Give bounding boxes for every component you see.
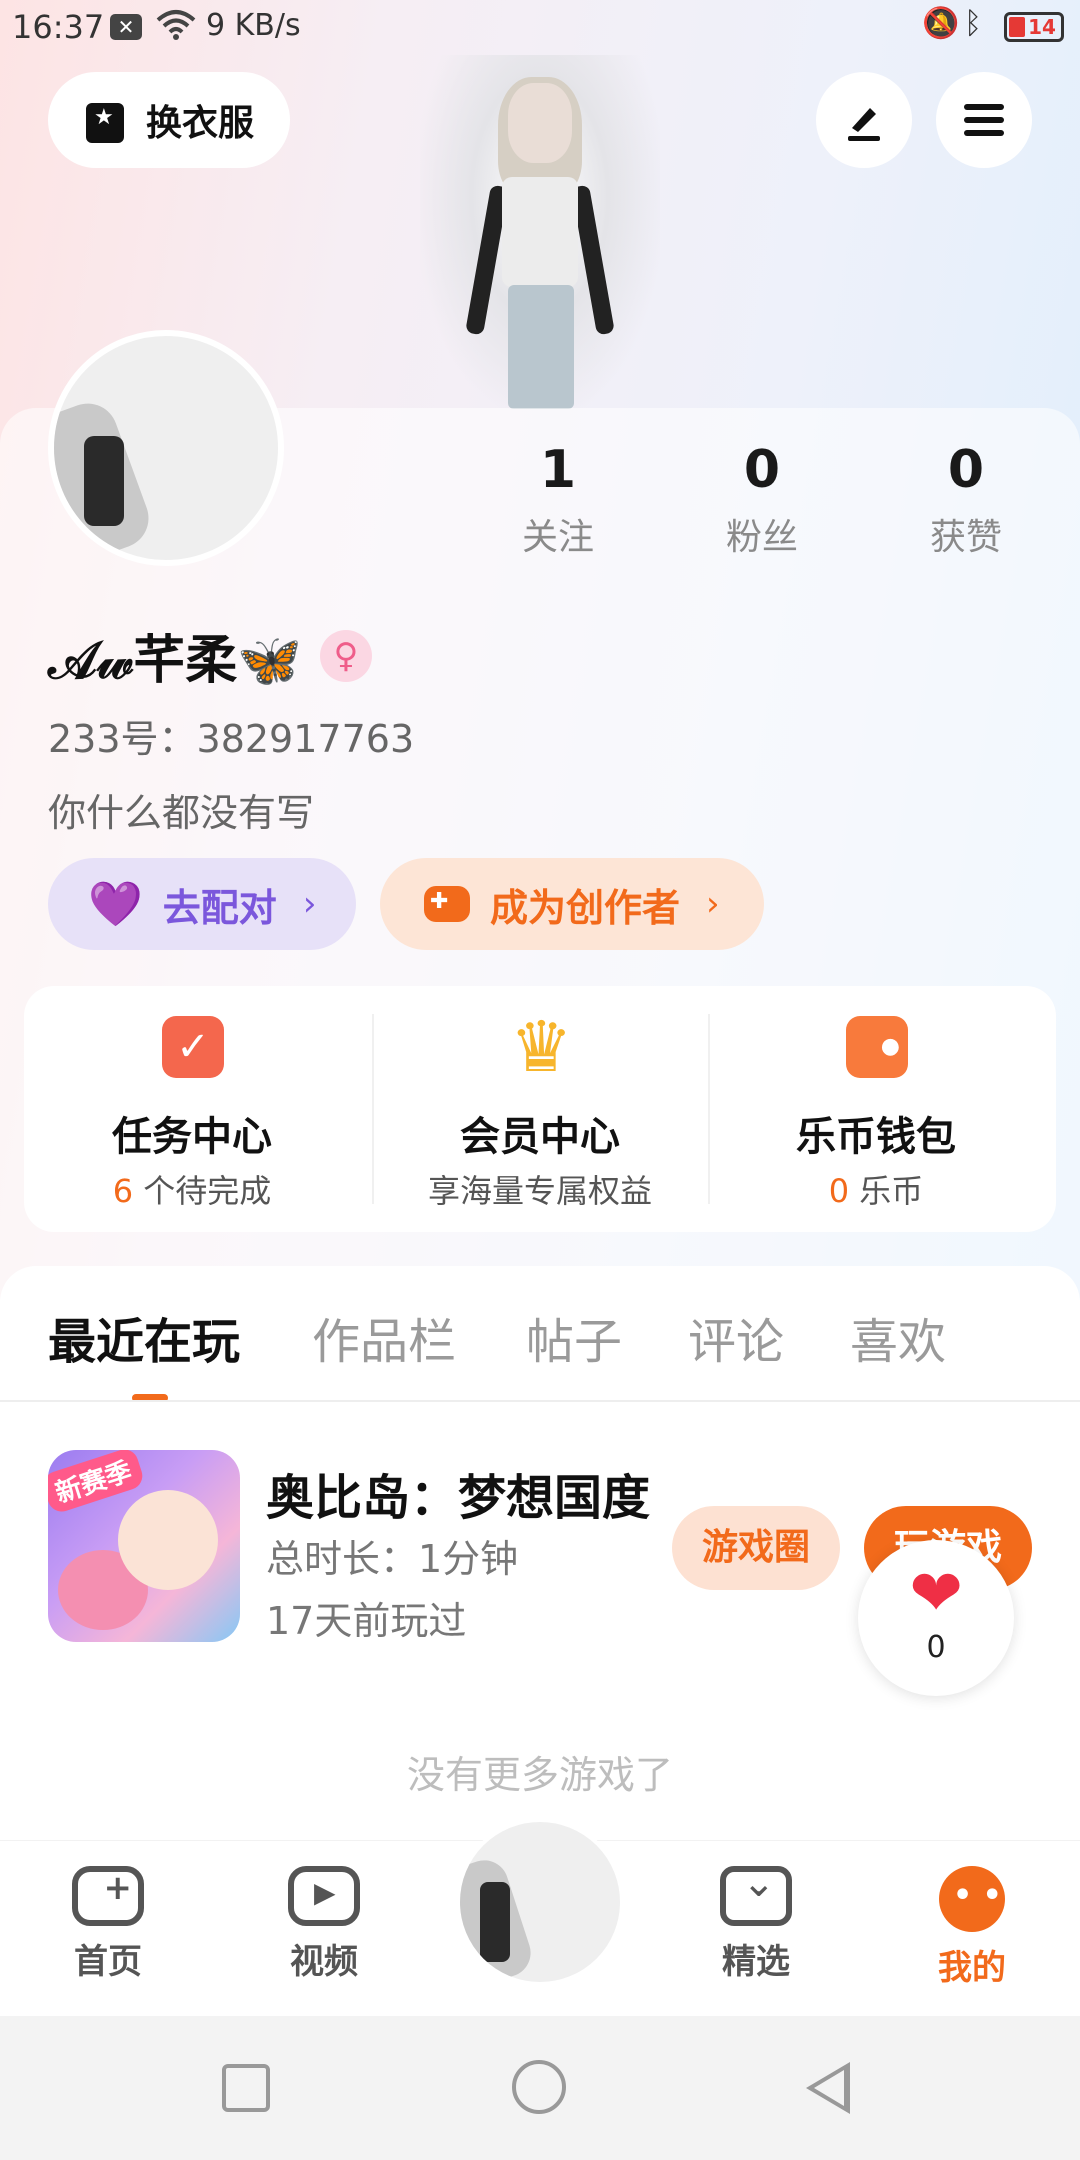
- change-outfit-label: 换衣服: [146, 103, 255, 144]
- nav-home[interactable]: 首页: [28, 1866, 188, 1983]
- like-count: 0: [926, 1630, 946, 1665]
- female-gender-icon: ♀: [319, 629, 372, 682]
- stat-followers[interactable]: 0 粉丝: [682, 440, 842, 560]
- wallet-icon: [846, 1016, 908, 1078]
- video-play-icon: [288, 1866, 360, 1926]
- network-speed: 9 KB/s: [206, 8, 301, 43]
- service-subtitle: 0 乐币: [708, 1166, 1044, 1212]
- game-thumbnail[interactable]: 新赛季: [48, 1450, 240, 1642]
- chevron-right-icon: ›: [706, 884, 720, 924]
- match-label: 去配对: [162, 885, 277, 930]
- heart-chevron-icon: [720, 1860, 792, 1926]
- service-subtitle: 享海量专属权益: [372, 1166, 708, 1212]
- home-circle-icon[interactable]: [512, 2060, 566, 2114]
- stat-label: 粉丝: [725, 517, 798, 558]
- nickname: 𝒜𝓌芊柔🦋: [48, 631, 302, 691]
- battery-icon: 14: [1004, 12, 1064, 42]
- menu-button[interactable]: [936, 72, 1032, 168]
- edit-profile-button[interactable]: [816, 72, 912, 168]
- heart-icon: 💜: [88, 879, 143, 930]
- tab-posts[interactable]: 帖子: [526, 1302, 622, 1372]
- back-triangle-icon[interactable]: [806, 2062, 850, 2114]
- service-count: 0: [828, 1172, 850, 1210]
- nav-label: 我的: [938, 1948, 1006, 1988]
- creator-label: 成为创作者: [490, 885, 681, 930]
- gamepad-icon: [72, 1866, 144, 1926]
- gamepad-icon: [424, 886, 470, 922]
- game-duration: 总时长：1分钟: [266, 1537, 519, 1581]
- service-subtext: 乐币: [849, 1172, 924, 1210]
- stat-label: 获赞: [929, 517, 1002, 558]
- service-subtitle: 6 个待完成: [24, 1166, 360, 1212]
- crown-icon: [510, 1016, 572, 1078]
- wifi-icon: [156, 8, 196, 50]
- pen-icon: [848, 108, 880, 141]
- service-subtext: 个待完成: [133, 1172, 272, 1210]
- bluetooth-icon: ᛒ: [964, 6, 982, 41]
- stat-value: 0: [947, 440, 985, 500]
- like-bubble[interactable]: ❤ 0: [858, 1540, 1014, 1696]
- tab-works[interactable]: 作品栏: [312, 1302, 456, 1372]
- stat-label: 关注: [521, 517, 594, 558]
- game-title[interactable]: 奥比岛：梦想国度: [266, 1458, 650, 1528]
- notification-x-icon: ✕: [110, 14, 142, 40]
- recents-square-icon[interactable]: [222, 2064, 270, 2112]
- services-card: 任务中心 6 个待完成 会员中心 享海量专属权益 乐币钱包 0 乐币: [24, 986, 1056, 1232]
- service-title: 任务中心: [112, 1114, 272, 1160]
- service-count: 6: [112, 1172, 134, 1210]
- change-outfit-button[interactable]: 换衣服: [48, 72, 290, 168]
- nav-mine[interactable]: 我的: [892, 1866, 1052, 1989]
- hamburger-icon: [964, 104, 1004, 136]
- battery-level: 14: [1028, 15, 1056, 39]
- stat-likes[interactable]: 0 获赞: [886, 440, 1046, 560]
- game-circle-button[interactable]: 游戏圈: [672, 1506, 840, 1590]
- game-last-played: 17天前玩过: [266, 1599, 467, 1643]
- stat-following[interactable]: 1 关注: [478, 440, 638, 560]
- service-title: 乐币钱包: [796, 1114, 956, 1160]
- bio: 你什么都没有写: [48, 791, 315, 835]
- status-time: 16:37: [12, 8, 105, 46]
- nav-label: 精选: [722, 1942, 790, 1982]
- shirt-icon: [78, 97, 132, 143]
- mine-face-icon: [939, 1866, 1005, 1932]
- stat-value: 1: [539, 440, 577, 500]
- task-center[interactable]: 任务中心 6 个待完成: [24, 986, 360, 1232]
- no-more-games-text: 没有更多游戏了: [406, 1753, 673, 1797]
- user-id[interactable]: 233号：382917763: [48, 708, 414, 763]
- tab-recent-played[interactable]: 最近在玩: [48, 1302, 240, 1372]
- become-creator-button[interactable]: 成为创作者 ›: [380, 858, 764, 950]
- heart-icon: ❤: [909, 1557, 963, 1631]
- chevron-right-icon: ›: [302, 884, 317, 924]
- member-center[interactable]: 会员中心 享海量专属权益: [372, 986, 708, 1232]
- nav-avatar-button[interactable]: [456, 1818, 624, 1986]
- tab-comments[interactable]: 评论: [688, 1302, 784, 1372]
- coin-wallet[interactable]: 乐币钱包 0 乐币: [708, 986, 1044, 1232]
- service-subtext: 享海量专属权益: [427, 1172, 652, 1210]
- service-title: 会员中心: [460, 1114, 620, 1160]
- nav-label: 视频: [290, 1942, 358, 1982]
- nav-label: 首页: [74, 1942, 142, 1982]
- nav-video[interactable]: 视频: [244, 1866, 404, 1983]
- bell-muted-icon: 🔕: [922, 6, 960, 41]
- status-bar: 16:37 ✕ 9 KB/s 🔕 ᛒ 14: [0, 0, 1080, 54]
- match-button[interactable]: 💜 去配对 ›: [48, 858, 356, 950]
- tab-likes[interactable]: 喜欢: [850, 1302, 946, 1372]
- stat-value: 0: [743, 440, 781, 500]
- nickname-row: 𝒜𝓌芊柔🦋 ♀: [48, 618, 372, 693]
- avatar[interactable]: [48, 330, 284, 566]
- calendar-check-icon: [162, 1016, 224, 1078]
- divider: [0, 1400, 1080, 1402]
- avatar-3d-figure[interactable]: [420, 55, 660, 409]
- nav-featured[interactable]: 精选: [676, 1860, 836, 1983]
